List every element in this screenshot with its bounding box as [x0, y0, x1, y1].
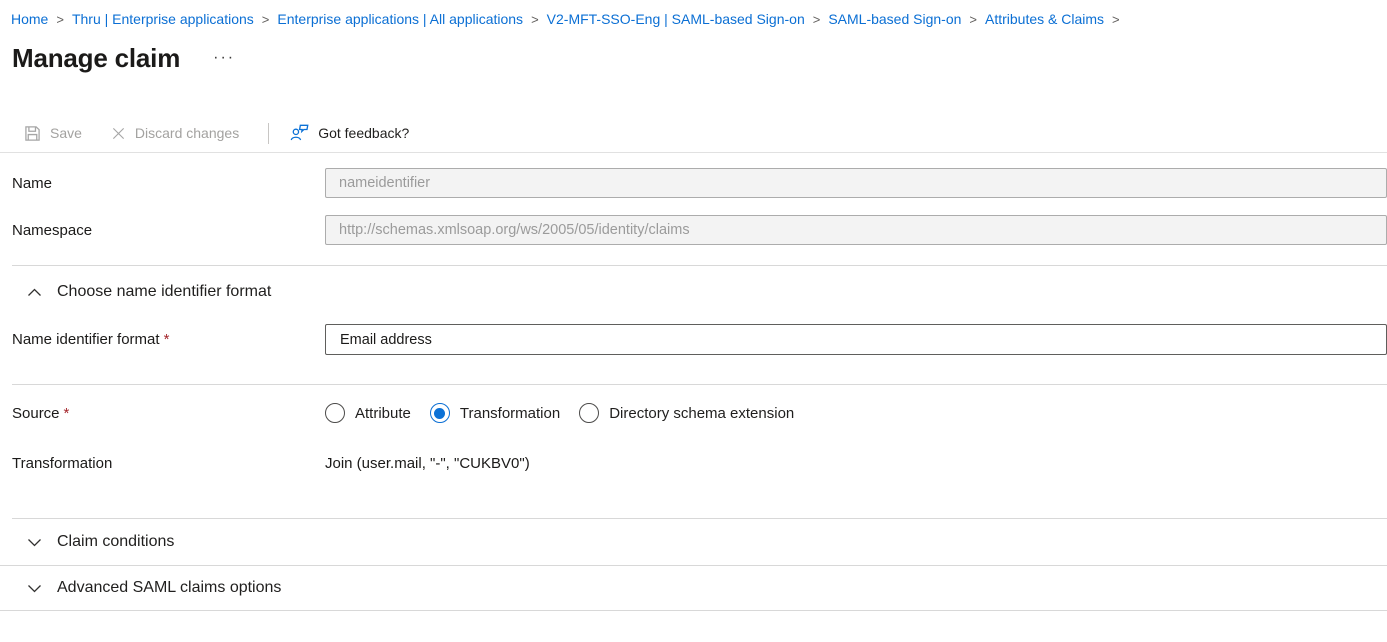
section-divider: [12, 265, 1387, 266]
chevron-right-icon: >: [1112, 12, 1120, 27]
chevron-right-icon: >: [813, 12, 821, 27]
command-bar: Save Discard changes Got feedback?: [0, 117, 1387, 153]
transformation-row: Transformation Join (user.mail, "-", "CU…: [0, 449, 1387, 477]
dismiss-icon: [111, 126, 126, 141]
radio-attribute[interactable]: Attribute: [325, 403, 411, 423]
chevron-up-icon: [27, 288, 42, 297]
breadcrumb-link-saml-based-sign-on[interactable]: SAML-based Sign-on: [828, 11, 961, 27]
name-label: Name: [12, 175, 325, 192]
namespace-label: Namespace: [12, 222, 325, 239]
radio-directory-schema-extension[interactable]: Directory schema extension: [579, 403, 794, 423]
breadcrumb-link-attributes-claims[interactable]: Attributes & Claims: [985, 11, 1104, 27]
breadcrumb: Home > Thru | Enterprise applications > Ente…: [0, 0, 1387, 27]
page-title: Manage claim: [12, 43, 180, 74]
save-button: Save: [24, 125, 82, 142]
section-divider: [12, 384, 1387, 385]
chevron-right-icon: >: [531, 12, 539, 27]
radio-button-icon: [579, 403, 599, 423]
name-identifier-format-dropdown[interactable]: Email address: [325, 324, 1387, 355]
name-input: [325, 168, 1387, 198]
toolbar-separator: [268, 123, 269, 144]
transformation-label: Transformation: [12, 455, 325, 472]
section-title: Choose name identifier format: [57, 283, 271, 301]
radio-directory-schema-extension-label: Directory schema extension: [609, 405, 794, 422]
breadcrumb-link-app-overview[interactable]: Thru | Enterprise applications: [72, 11, 254, 27]
discard-changes-button: Discard changes: [111, 125, 239, 141]
chevron-down-icon: [27, 538, 42, 547]
name-identifier-format-row: Name identifier format* Email address: [0, 324, 1387, 355]
chevron-right-icon: >: [56, 12, 64, 27]
section-advanced-saml-claims-options[interactable]: Advanced SAML claims options: [0, 566, 1387, 611]
name-row: Name: [0, 168, 1387, 198]
radio-transformation[interactable]: Transformation: [430, 403, 560, 423]
breadcrumb-link-home[interactable]: Home: [11, 11, 48, 27]
name-identifier-format-label: Name identifier format*: [12, 331, 325, 348]
source-row: Source* Attribute Transformation Directo…: [0, 398, 1387, 428]
save-label: Save: [50, 125, 82, 141]
feedback-icon: [290, 124, 309, 142]
namespace-row: Namespace: [0, 215, 1387, 245]
source-label: Source*: [12, 405, 325, 422]
breadcrumb-link-saml-sign-on[interactable]: V2-MFT-SSO-Eng | SAML-based Sign-on: [547, 11, 805, 27]
source-radio-group: Attribute Transformation Directory schem…: [325, 403, 1387, 423]
radio-transformation-label: Transformation: [460, 405, 560, 422]
more-commands-button[interactable]: ···: [213, 53, 235, 63]
got-feedback-label: Got feedback?: [318, 125, 409, 141]
got-feedback-button[interactable]: Got feedback?: [290, 124, 409, 142]
chevron-right-icon: >: [969, 12, 977, 27]
required-asterisk: *: [164, 331, 170, 348]
section-choose-name-identifier-format[interactable]: Choose name identifier format: [0, 281, 1387, 303]
section-title: Claim conditions: [57, 533, 174, 551]
discard-changes-label: Discard changes: [135, 125, 239, 141]
page-header: Manage claim ···: [0, 41, 1387, 75]
section-claim-conditions[interactable]: Claim conditions: [0, 519, 1387, 566]
breadcrumb-link-all-applications[interactable]: Enterprise applications | All applicatio…: [277, 11, 523, 27]
radio-attribute-label: Attribute: [355, 405, 411, 422]
transformation-value: Join (user.mail, "-", "CUKBV0"): [325, 455, 1387, 472]
required-asterisk: *: [64, 405, 70, 422]
chevron-right-icon: >: [262, 12, 270, 27]
radio-button-icon: [430, 403, 450, 423]
chevron-down-icon: [27, 584, 42, 593]
save-icon: [24, 125, 41, 142]
namespace-input: [325, 215, 1387, 245]
section-title: Advanced SAML claims options: [57, 579, 281, 597]
dropdown-selected-value: Email address: [340, 332, 432, 348]
radio-button-icon: [325, 403, 345, 423]
